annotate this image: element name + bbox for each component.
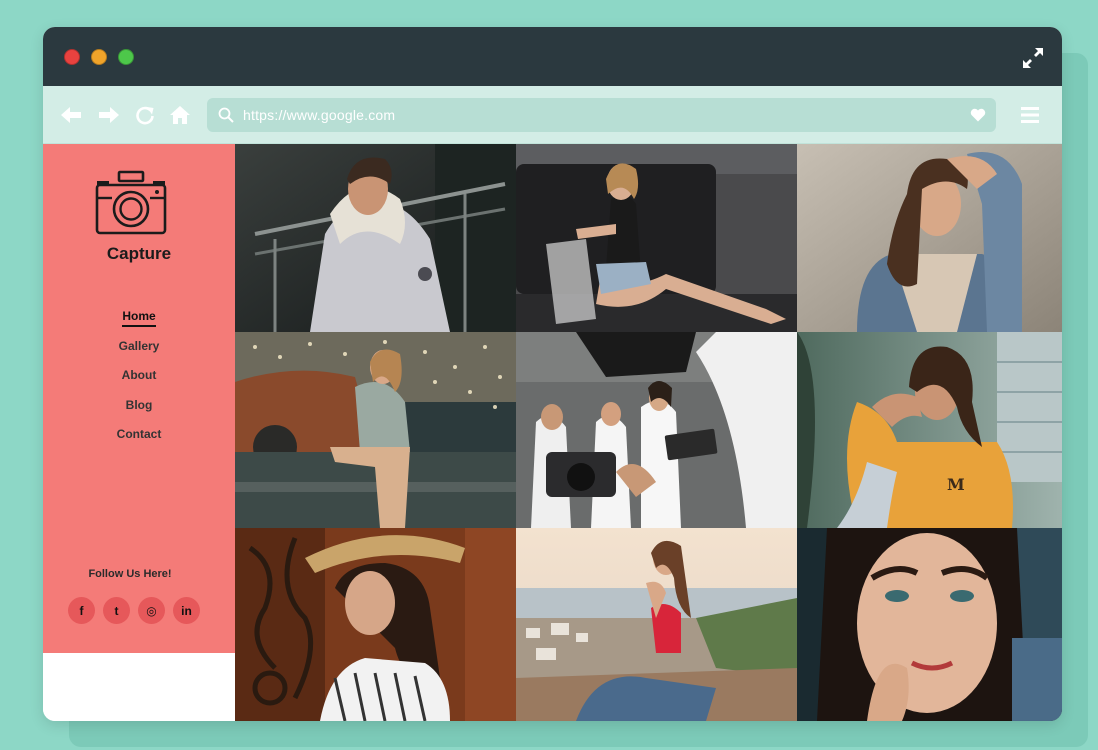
nav-contact-label: Contact <box>116 427 162 441</box>
hamburger-menu-icon[interactable] <box>1021 106 1039 124</box>
gallery-photo[interactable] <box>516 144 797 332</box>
site-nav: Home Gallery About Blog Contact <box>43 308 235 456</box>
nav-about-label: About <box>121 368 157 382</box>
gallery-photo[interactable] <box>797 144 1062 332</box>
gallery-photo[interactable] <box>516 332 797 528</box>
follow-us-label: Follow Us Here! <box>88 568 172 580</box>
svg-text:M: M <box>947 475 965 494</box>
linkedin-icon[interactable]: in <box>173 597 200 624</box>
browser-window: https://www.google.com Capture Home Gall… <box>43 27 1062 721</box>
nav-blog-link[interactable]: Blog <box>43 397 235 427</box>
twitter-icon[interactable]: t <box>103 597 130 624</box>
window-controls <box>64 49 134 65</box>
nav-contact-link[interactable]: Contact <box>43 426 235 456</box>
forward-arrow-icon[interactable] <box>98 105 120 125</box>
gallery-photo[interactable] <box>235 332 516 528</box>
gallery-photo[interactable] <box>516 528 797 721</box>
nav-gallery-label: Gallery <box>118 338 160 353</box>
back-arrow-icon[interactable] <box>60 105 82 125</box>
sidebar-footer <box>43 653 235 721</box>
gallery-photo[interactable]: M <box>797 332 1062 528</box>
facebook-icon[interactable]: f <box>68 597 95 624</box>
gallery-photo[interactable] <box>235 144 516 332</box>
search-icon <box>218 107 234 123</box>
nav-home-link[interactable]: Home <box>43 308 235 338</box>
url-text[interactable]: https://www.google.com <box>243 107 395 123</box>
photo-gallery: M <box>235 144 1062 721</box>
nav-about-link[interactable]: About <box>43 367 235 397</box>
sidebar: Capture Home Gallery About Blog Contact … <box>43 144 235 653</box>
page-content: Capture Home Gallery About Blog Contact … <box>43 144 1062 721</box>
home-icon[interactable] <box>169 105 191 125</box>
gallery-photo[interactable] <box>235 528 516 721</box>
gallery-photo[interactable] <box>797 528 1062 721</box>
social-links: f t ◎ in <box>68 597 200 624</box>
nav-gallery-link[interactable]: Gallery <box>43 338 235 368</box>
minimize-window-button[interactable] <box>91 49 107 65</box>
nav-home-label: Home <box>122 308 156 327</box>
heart-icon[interactable] <box>970 108 986 122</box>
title-bar <box>43 27 1062 86</box>
fullscreen-icon[interactable] <box>1021 46 1045 70</box>
brand-name: Capture <box>106 244 172 263</box>
address-bar[interactable]: https://www.google.com <box>207 98 996 132</box>
camera-logo-icon <box>95 170 167 235</box>
maximize-window-button[interactable] <box>118 49 134 65</box>
nav-blog-label: Blog <box>125 397 153 412</box>
reload-icon[interactable] <box>134 105 156 125</box>
browser-toolbar: https://www.google.com <box>43 86 1062 144</box>
close-window-button[interactable] <box>64 49 80 65</box>
instagram-icon[interactable]: ◎ <box>138 597 165 624</box>
